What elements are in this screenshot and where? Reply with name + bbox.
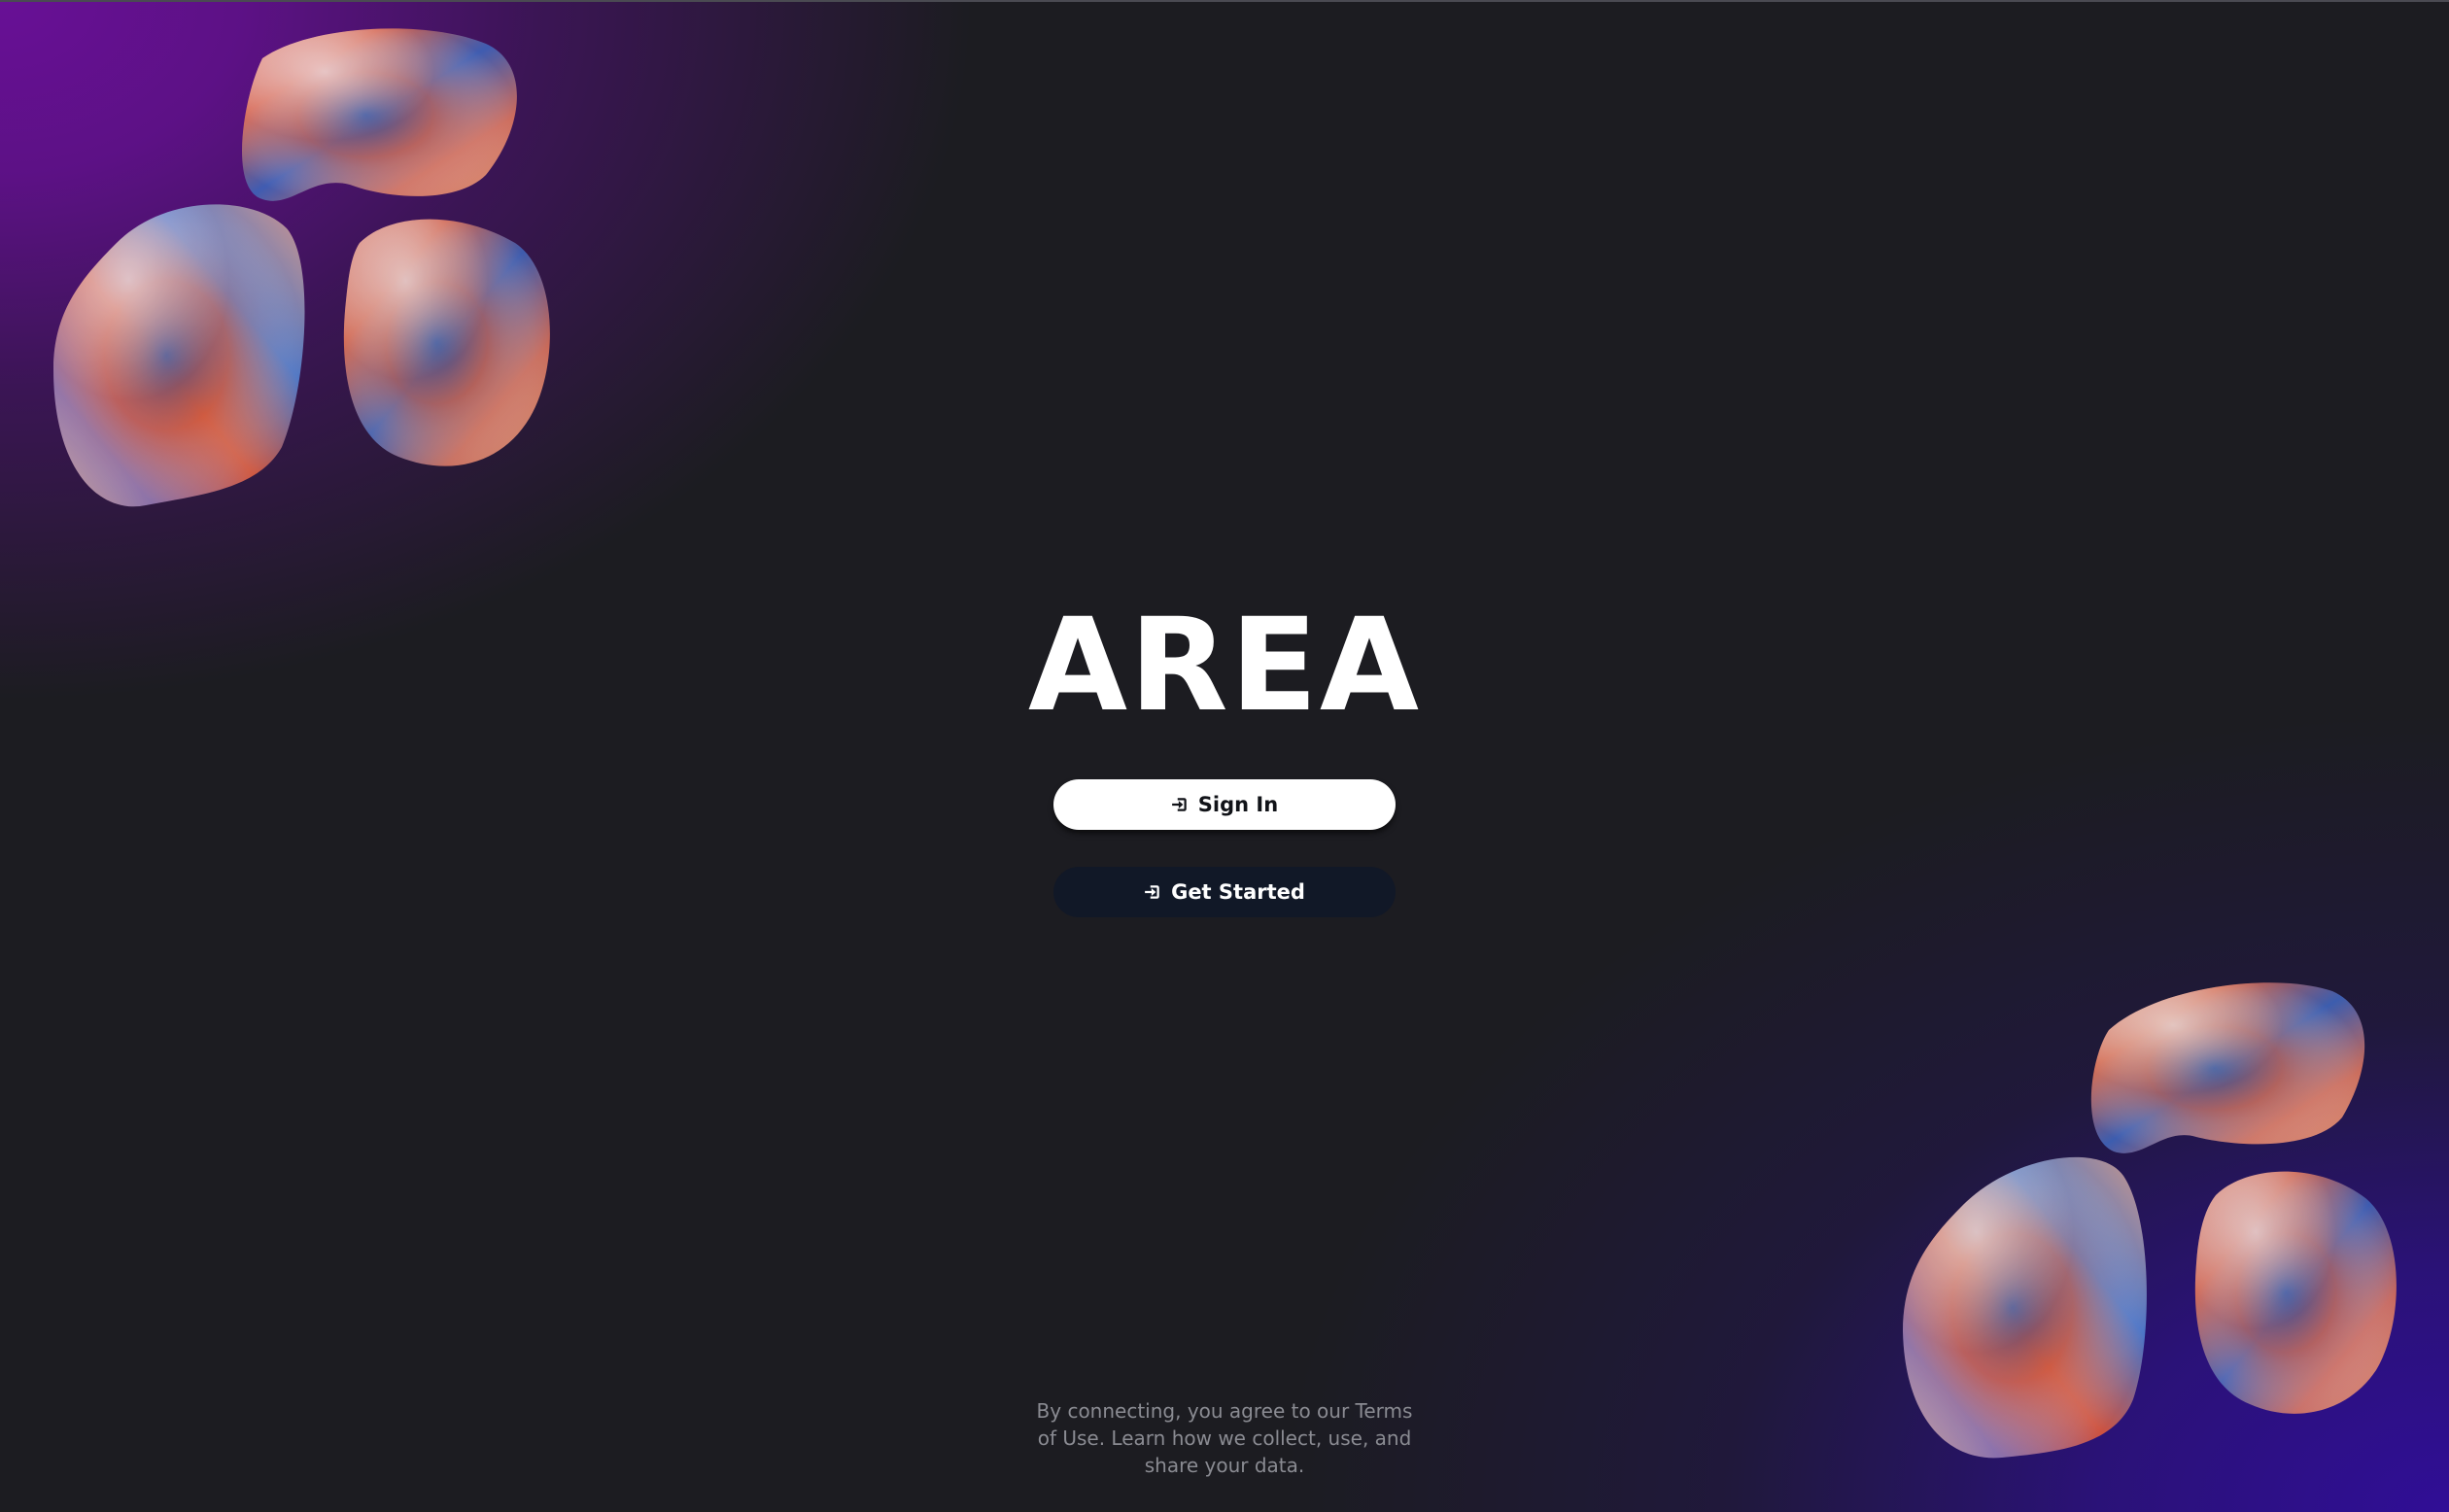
get-started-button[interactable]: Get Started — [1053, 867, 1396, 917]
blob-bottom-right-3 — [2194, 1171, 2397, 1414]
legal-notice: By connecting, you agree to our Terms of… — [1036, 1399, 1413, 1477]
get-started-label: Get Started — [1171, 880, 1305, 904]
sign-in-button[interactable]: Sign In — [1053, 779, 1396, 830]
sign-in-label: Sign In — [1197, 793, 1279, 816]
hero: AREA Sign In Get Started — [0, 583, 2449, 917]
blob-top-left-1 — [242, 28, 517, 201]
app-title: AREA — [1027, 591, 1422, 740]
blob-bottom-right-1 — [2090, 982, 2365, 1153]
blob-bottom-right-2 — [1903, 1156, 2147, 1459]
sign-in-icon — [1171, 796, 1189, 813]
blob-top-left-3 — [343, 219, 550, 466]
landing-page: AREA Sign In Get Started By connecting, … — [0, 0, 2449, 1512]
sign-in-icon — [1144, 883, 1161, 901]
blob-top-left-2 — [53, 204, 305, 507]
